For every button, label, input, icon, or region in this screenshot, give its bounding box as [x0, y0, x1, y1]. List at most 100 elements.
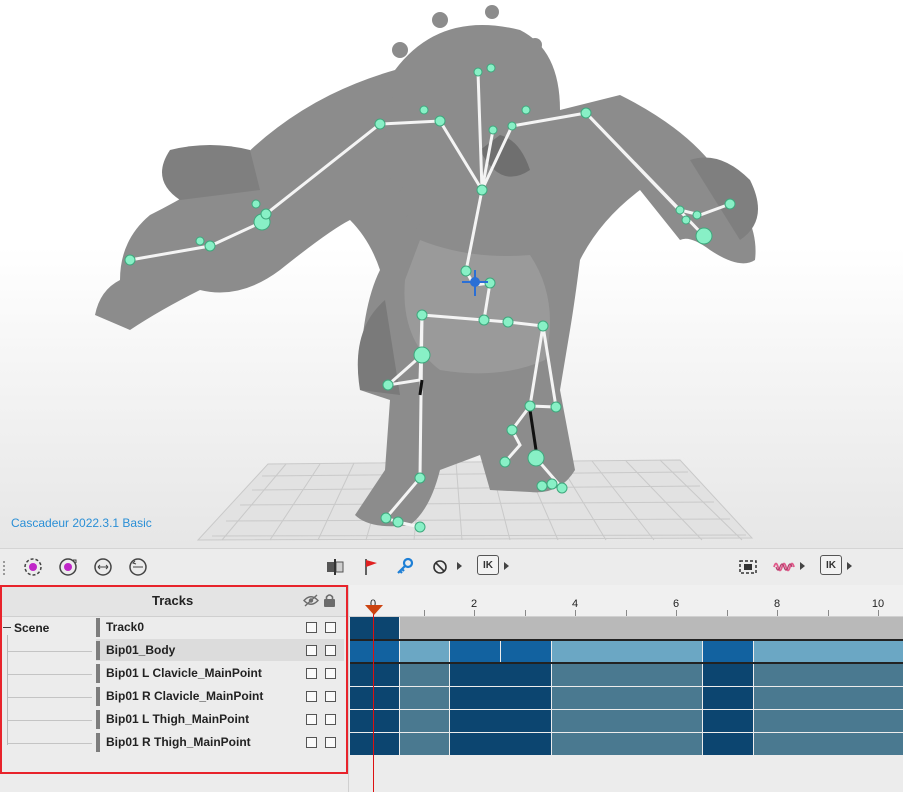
track-span[interactable] — [400, 617, 903, 639]
ruler-tick — [777, 610, 778, 616]
track-row[interactable]: Track0 — [96, 616, 344, 638]
frame-icon[interactable] — [735, 554, 761, 580]
keyframe-cell[interactable] — [450, 710, 551, 732]
keyframe-cell[interactable] — [350, 687, 399, 709]
visibility-checkbox[interactable] — [306, 691, 317, 702]
track-name: Track0 — [106, 620, 145, 634]
ruler-label: 4 — [571, 598, 579, 610]
track-lane-body[interactable] — [350, 641, 903, 663]
track-lane-l-thigh[interactable] — [350, 710, 903, 732]
mirror-icon[interactable] — [322, 554, 348, 580]
no-icon[interactable] — [427, 554, 453, 580]
keyframe-cell[interactable] — [703, 641, 753, 663]
track-row[interactable]: Bip01 R Clavicle_MainPoint — [96, 685, 344, 707]
interval-cell[interactable] — [552, 710, 702, 732]
ruler-tick — [474, 610, 475, 616]
lock-checkbox[interactable] — [325, 737, 336, 748]
playhead-marker[interactable] — [365, 605, 383, 615]
toolbar-grip[interactable] — [3, 561, 7, 575]
track-row[interactable]: Bip01 R Thigh_MainPoint — [96, 731, 344, 753]
flag-icon[interactable] — [358, 554, 384, 580]
track-handle[interactable] — [96, 664, 100, 683]
keyframe-cell[interactable] — [350, 733, 399, 755]
track-lane-track0[interactable] — [350, 617, 903, 639]
track-handle[interactable] — [96, 710, 100, 729]
ruler-label: 10 — [871, 598, 885, 610]
interval-cell[interactable] — [552, 687, 702, 709]
timeline-panel[interactable]: 0 2 4 6 8 10 — [348, 585, 903, 792]
lock-icon[interactable] — [323, 593, 336, 608]
interval-cell[interactable] — [400, 664, 449, 686]
interval-cell[interactable] — [754, 687, 903, 709]
playhead-line[interactable] — [373, 610, 374, 792]
select-joints-icon[interactable] — [55, 554, 81, 580]
frame-ruler[interactable]: 0 2 4 6 8 10 — [349, 585, 903, 617]
keyframe-cell[interactable] — [350, 664, 399, 686]
interval-cell[interactable] — [552, 664, 702, 686]
tree-branch — [8, 697, 92, 698]
track-row[interactable]: Bip01 L Clavicle_MainPoint — [96, 662, 344, 684]
interval-cell[interactable] — [754, 664, 903, 686]
chevron-right-icon[interactable] — [800, 562, 805, 570]
keyframe-cell[interactable] — [501, 641, 551, 663]
track-lane-l-clavicle[interactable] — [350, 664, 903, 686]
track-name: Bip01 L Thigh_MainPoint — [106, 712, 250, 726]
tree-branch — [8, 651, 92, 652]
track-handle[interactable] — [96, 641, 100, 660]
keyframe-cell[interactable] — [350, 617, 399, 639]
interval-cell[interactable] — [400, 687, 449, 709]
keyframe-cell[interactable] — [350, 641, 399, 663]
track-name: Bip01 R Clavicle_MainPoint — [106, 689, 264, 703]
keyframe-cell[interactable] — [350, 710, 399, 732]
interval-cell[interactable] — [754, 641, 903, 663]
keyframe-cell[interactable] — [450, 641, 500, 663]
lock-checkbox[interactable] — [325, 668, 336, 679]
chevron-right-icon[interactable] — [457, 562, 462, 570]
hide-eye-icon[interactable] — [303, 594, 319, 607]
keyframe-cell[interactable] — [703, 710, 753, 732]
lock-checkbox[interactable] — [325, 691, 336, 702]
ik-button[interactable]: IK — [477, 555, 499, 575]
track-handle[interactable] — [96, 618, 100, 637]
floor-grid — [196, 459, 754, 541]
ruler-tick — [676, 610, 677, 616]
track-lane-r-clavicle[interactable] — [350, 687, 903, 709]
viewport-3d[interactable]: Cascadeur 2022.3.1 Basic — [0, 0, 903, 548]
lock-checkbox[interactable] — [325, 622, 336, 633]
scene-node[interactable]: Scene — [14, 621, 49, 635]
select-all-icon[interactable] — [20, 554, 46, 580]
interval-cell[interactable] — [552, 733, 702, 755]
interval-cell[interactable] — [754, 733, 903, 755]
keyframe-cell[interactable] — [703, 664, 753, 686]
move-icon[interactable] — [90, 554, 116, 580]
visibility-checkbox[interactable] — [306, 668, 317, 679]
interval-cell[interactable] — [400, 641, 449, 663]
chevron-right-icon[interactable] — [504, 562, 509, 570]
key-icon[interactable] — [392, 554, 418, 580]
keyframe-cell[interactable] — [450, 664, 551, 686]
keyframe-cell[interactable] — [703, 687, 753, 709]
keyframe-cell[interactable] — [703, 733, 753, 755]
interval-cell[interactable] — [400, 733, 449, 755]
rotate-icon[interactable] — [125, 554, 151, 580]
visibility-checkbox[interactable] — [306, 645, 317, 656]
track-lane-r-thigh[interactable] — [350, 733, 903, 755]
visibility-checkbox[interactable] — [306, 737, 317, 748]
wave-icon[interactable] — [771, 554, 797, 580]
track-row[interactable]: Bip01_Body — [96, 639, 344, 661]
interval-cell[interactable] — [400, 710, 449, 732]
keyframe-cell[interactable] — [450, 733, 551, 755]
lock-checkbox[interactable] — [325, 645, 336, 656]
keyframe-cell[interactable] — [450, 687, 551, 709]
interval-cell[interactable] — [754, 710, 903, 732]
track-row[interactable]: Bip01 L Thigh_MainPoint — [96, 708, 344, 730]
visibility-checkbox[interactable] — [306, 714, 317, 725]
track-handle[interactable] — [96, 733, 100, 752]
lock-checkbox[interactable] — [325, 714, 336, 725]
interval-cell[interactable] — [552, 641, 702, 663]
visibility-checkbox[interactable] — [306, 622, 317, 633]
ik-button-2[interactable]: IK — [820, 555, 842, 575]
ruler-label: 2 — [470, 598, 478, 610]
track-handle[interactable] — [96, 687, 100, 706]
chevron-right-icon[interactable] — [847, 562, 852, 570]
